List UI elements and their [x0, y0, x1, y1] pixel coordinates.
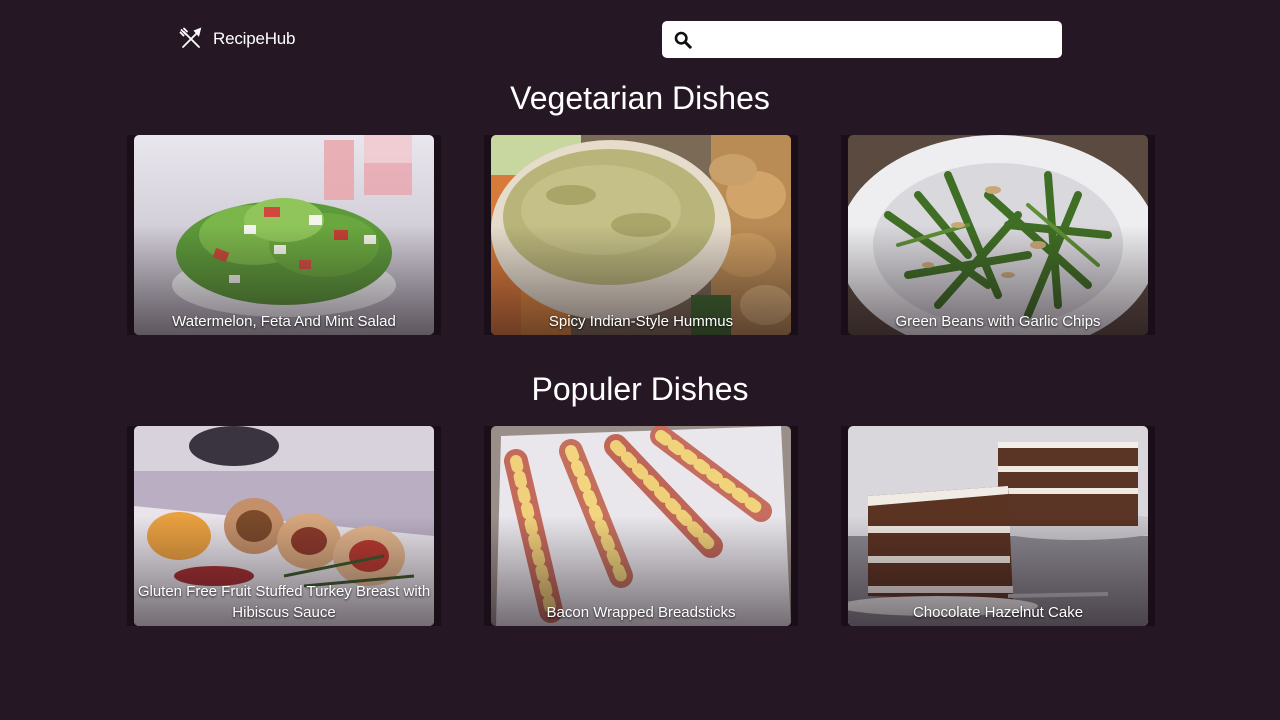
recipe-image [134, 135, 434, 335]
recipe-card[interactable]: Green Beans with Garlic Chips [841, 135, 1155, 335]
recipe-title: Bacon Wrapped Breadsticks [546, 604, 736, 621]
recipe-title: Gluten Free Fruit Stuffed Turkey Breast … [137, 583, 431, 621]
recipe-image [848, 135, 1148, 335]
recipe-title: Watermelon, Feta And Mint Salad [172, 313, 396, 330]
recipe-image [491, 135, 791, 335]
search-icon[interactable] [674, 31, 692, 49]
vegetarian-recipe-grid: Watermelon, Feta And Mint Salad Spicy In… [127, 135, 1155, 335]
recipe-card[interactable]: Bacon Wrapped Breadsticks [484, 426, 798, 626]
recipe-card[interactable]: Chocolate Hazelnut Cake [841, 426, 1155, 626]
brand-name: RecipeHub [213, 29, 296, 48]
recipe-image [491, 426, 791, 626]
recipe-title: Chocolate Hazelnut Cake [912, 604, 1084, 621]
section-title-vegetarian: Vegetarian Dishes [510, 80, 770, 116]
brand-logo-link[interactable]: RecipeHub [179, 26, 296, 52]
recipe-card[interactable]: Gluten Free Fruit Stuffed Turkey Breast … [127, 426, 441, 626]
search-bar [662, 21, 1062, 58]
recipe-card[interactable]: Spicy Indian-Style Hummus [484, 135, 798, 335]
recipe-card[interactable]: Watermelon, Feta And Mint Salad [127, 135, 441, 335]
section-title-popular: Populer Dishes [531, 371, 749, 407]
top-bar: RecipeHub [0, 0, 1280, 76]
recipe-title: Spicy Indian-Style Hummus [548, 313, 734, 330]
recipe-image [848, 426, 1148, 626]
recipe-title: Green Beans with Garlic Chips [895, 313, 1101, 330]
fork-knife-icon [179, 27, 202, 48]
search-input[interactable] [692, 21, 1062, 58]
popular-recipe-grid: Gluten Free Fruit Stuffed Turkey Breast … [127, 426, 1155, 626]
